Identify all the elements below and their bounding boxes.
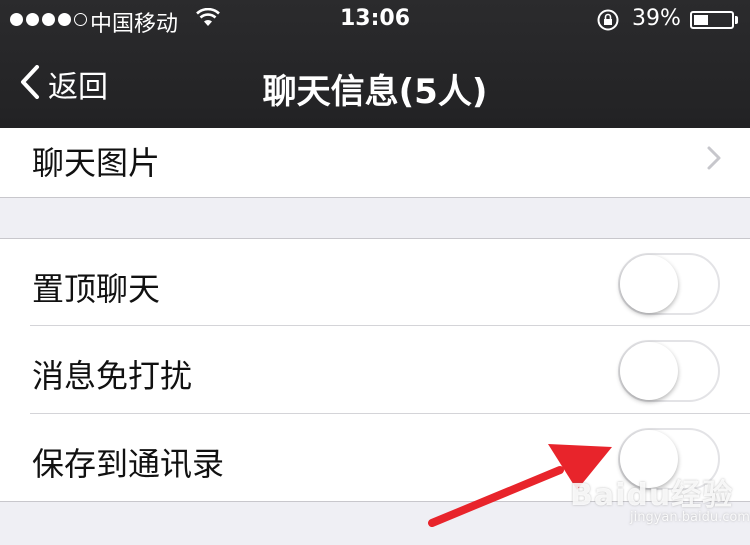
- watermark-main-text: Baidu经验: [570, 478, 734, 513]
- baidu-watermark: Baidu经验 jingyan.baidu.com: [570, 470, 750, 525]
- annotation-arrow-icon: [428, 444, 612, 527]
- watermark-sub-text: jingyan.baidu.com: [630, 510, 750, 525]
